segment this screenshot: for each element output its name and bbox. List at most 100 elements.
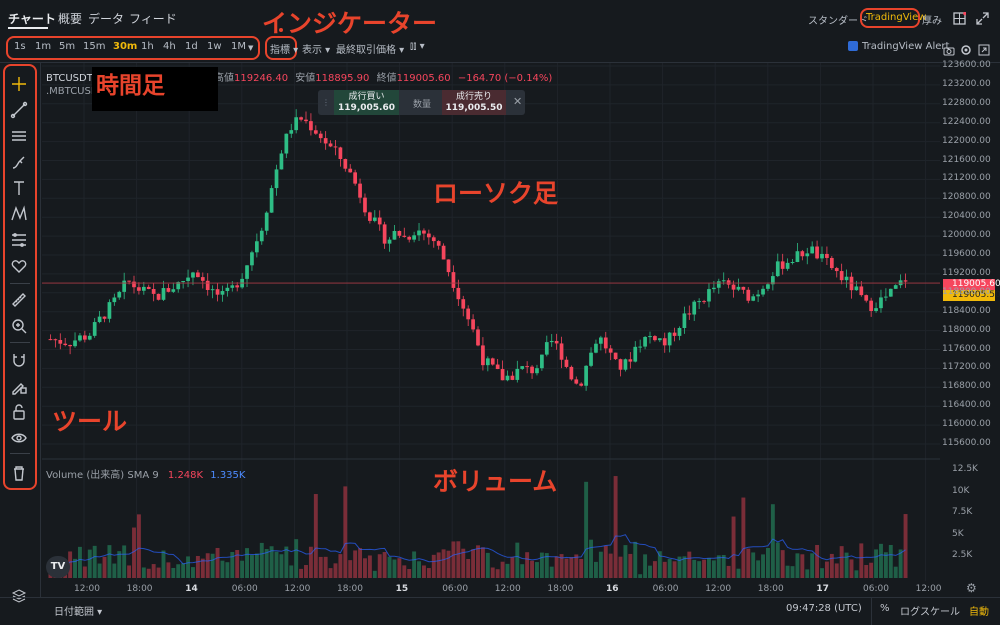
ruler-icon[interactable] [8, 290, 30, 310]
time-tick: 12:00 [705, 584, 732, 594]
horizontal-lines-icon[interactable] [8, 126, 30, 146]
crosshair-icon[interactable] [8, 74, 30, 94]
volume-bar [240, 560, 245, 578]
candle-body [515, 368, 520, 380]
auto-scale-toggle[interactable]: 自動 [969, 603, 989, 618]
candle-body [525, 366, 529, 368]
volume-bar [500, 561, 505, 578]
candle-body [535, 368, 539, 374]
axis-settings-icon[interactable]: ⚙ [966, 581, 977, 595]
interval-1d[interactable]: 1d [185, 41, 198, 52]
pattern-icon[interactable] [8, 204, 30, 224]
candle-body [721, 280, 726, 282]
candle-body [559, 343, 564, 360]
volume-bar [299, 568, 304, 578]
layers-icon[interactable] [11, 588, 27, 608]
trend-line-icon[interactable] [8, 100, 30, 120]
candle-body [205, 280, 210, 290]
brush-icon[interactable] [8, 152, 30, 172]
candle-body [245, 265, 249, 279]
candle-body [137, 287, 141, 291]
volume-legend-label: Volume (出来高) SMA 9 [46, 470, 159, 481]
time-tick: 12:00 [74, 584, 100, 594]
fullscreen-icon[interactable] [976, 10, 989, 29]
interval-1M[interactable]: 1M [231, 41, 246, 52]
candle-body [363, 197, 367, 213]
trash-icon[interactable] [8, 463, 30, 483]
volume-bar [87, 549, 92, 578]
candle-body [68, 345, 72, 347]
candle-body [702, 301, 706, 303]
interval-1m[interactable]: 1m [35, 41, 51, 52]
text-icon[interactable] [8, 178, 30, 198]
price-chart[interactable] [42, 63, 940, 581]
settings-icon[interactable] [960, 41, 972, 60]
volume-bar [333, 563, 338, 578]
volume-bar [382, 552, 387, 578]
lock-icon[interactable] [8, 402, 30, 422]
volume-bar [397, 558, 402, 578]
date-range-button[interactable]: 日付範囲 ▾ [54, 603, 102, 618]
volume-bar [245, 548, 249, 578]
price-tick: 115600.00 [942, 438, 991, 448]
volume-bar [343, 486, 348, 578]
tab-data[interactable]: データ [88, 10, 124, 27]
buy-price: 119,005.60 [338, 103, 395, 113]
tab-feed[interactable]: フィード [129, 10, 177, 27]
display-button[interactable]: 表示 ▾ [302, 41, 330, 56]
candle-body [859, 286, 864, 296]
last-price-button[interactable]: 最終取引価格 ▾ [336, 41, 404, 56]
market-sell-button[interactable]: 成行売り 119,005.50 [442, 90, 506, 115]
candle-body [431, 237, 436, 242]
interval-1w[interactable]: 1w [207, 41, 222, 52]
fib-retracement-icon[interactable] [8, 230, 30, 250]
interval-4h[interactable]: 4h [163, 41, 176, 52]
candle-body [879, 297, 883, 309]
candle-body [746, 289, 751, 301]
pencil-lock-icon[interactable] [8, 376, 30, 396]
interval-more-icon[interactable]: ▼ [248, 44, 253, 52]
indicators-button[interactable]: 指標 ▾ [270, 41, 298, 56]
magnet-icon[interactable] [8, 350, 30, 370]
low-label: 安値 [295, 73, 316, 84]
percent-toggle[interactable]: % [880, 603, 890, 614]
volume-bar [141, 567, 146, 578]
volume-bar [151, 564, 156, 578]
tab-overview[interactable]: 概要 [58, 10, 82, 27]
market-buy-button[interactable]: 成行買い 119,005.60 [334, 90, 399, 115]
candle-body [667, 332, 672, 346]
tab-chart[interactable]: チャート [8, 10, 56, 27]
interval-1s[interactable]: 1s [14, 41, 26, 52]
camera-icon[interactable] [943, 41, 955, 60]
drag-handle-icon[interactable]: ⋮ [322, 98, 330, 107]
layout-grid-icon[interactable] [953, 10, 967, 29]
standard-view-link[interactable]: スタンダード [808, 12, 868, 27]
interval-30m[interactable]: 30m [113, 41, 137, 52]
clock-time[interactable]: 09:47:28 (UTC) [786, 603, 862, 614]
close-icon[interactable]: ✕ [513, 95, 522, 108]
interval-1h[interactable]: 1h [141, 41, 154, 52]
candle-body [78, 335, 82, 341]
tradingview-alert-button[interactable]: TradingView Alert [862, 41, 949, 52]
volume-bar [903, 514, 908, 578]
expand-icon[interactable] [978, 41, 990, 60]
eye-icon[interactable] [8, 428, 30, 448]
candle-body [510, 375, 515, 380]
zoom-in-icon[interactable] [8, 316, 30, 336]
volume-bar [254, 553, 259, 578]
candle-body [657, 338, 662, 341]
candle-body [884, 296, 888, 298]
candle-body [520, 366, 525, 369]
price-tick: 119600.00 [942, 249, 991, 259]
price-tick: 120800.00 [942, 192, 991, 203]
symbol-label: BTCUSDT [46, 73, 93, 84]
log-scale-toggle[interactable]: ログスケール [900, 603, 960, 618]
interval-5m[interactable]: 5m [59, 41, 75, 52]
annotation-dot [279, 28, 283, 32]
interval-15m[interactable]: 15m [83, 41, 105, 52]
candle-body [294, 117, 299, 131]
heart-icon[interactable] [8, 256, 30, 276]
chart-type-icon[interactable]: ⫾⫾ ▾ [410, 41, 425, 52]
depth-view-link[interactable]: 厚み [922, 12, 942, 27]
candle-body [161, 288, 166, 300]
